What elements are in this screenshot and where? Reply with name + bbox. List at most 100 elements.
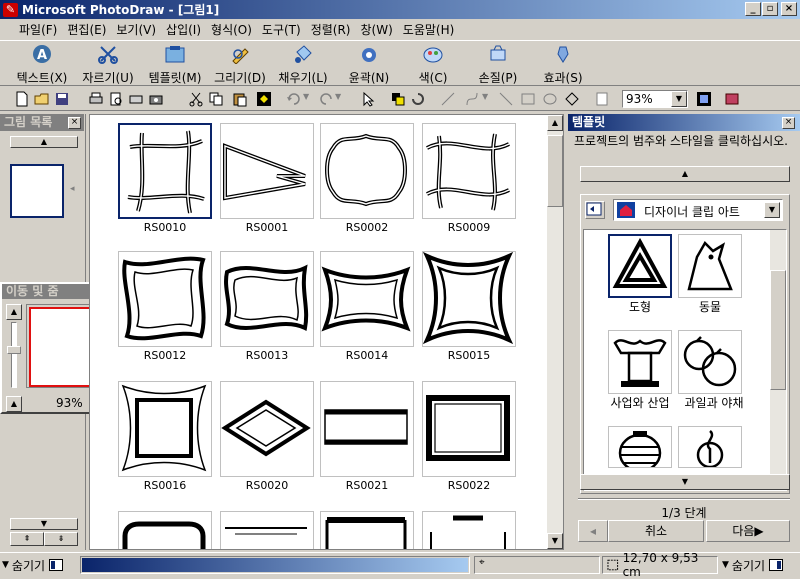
color-button[interactable]: 색(C) [411,44,455,86]
curve-dropdown-icon[interactable]: ▼ [482,92,488,101]
category-tile[interactable] [678,234,742,298]
print-preview-icon[interactable] [108,91,124,107]
template-tile[interactable] [220,123,314,219]
zoom-dropdown-icon[interactable]: ▼ [671,91,687,107]
template-panel-close-icon[interactable]: × [782,117,795,129]
picture-list-scroll-up-icon[interactable]: ▲ [10,136,78,148]
draw-button[interactable]: 그리기(D) [212,44,268,86]
picture-thumbnail[interactable] [10,164,64,218]
gallery-scroll-thumb[interactable] [547,135,563,207]
redo-dropdown-icon[interactable]: ▼ [335,92,341,101]
undo-icon[interactable] [286,91,302,107]
scan-icon[interactable] [128,91,144,107]
source-dropdown[interactable]: 디자이너 클립 아트 ▼ [613,199,783,221]
hide-left-button[interactable]: ▼ 숨기기 [2,556,64,574]
zoom-slider-thumb[interactable] [7,346,21,354]
template-tile[interactable] [422,251,516,347]
undo-dropdown-icon[interactable]: ▼ [303,92,309,101]
arrange-icon[interactable] [390,91,406,107]
print-icon[interactable] [88,91,104,107]
picture-list-close-icon[interactable]: × [68,117,81,129]
zoom-in-icon[interactable]: ▲ [6,304,22,320]
template-tile[interactable] [422,381,516,477]
pan-view-rectangle[interactable] [29,307,97,387]
picture-list-last-icon[interactable]: ⇟ [44,532,78,546]
help-book-icon[interactable] [724,91,740,107]
maximize-button[interactable]: ▫ [762,2,778,16]
effects-button[interactable]: 효과(S) [540,44,586,86]
close-button[interactable]: × [781,2,797,16]
template-panel-scroll-up-icon[interactable]: ▲ [580,166,790,182]
template-tile[interactable] [422,511,516,549]
copy-icon[interactable] [208,91,224,107]
template-tile[interactable] [118,251,212,347]
format-painter-icon[interactable] [256,91,272,107]
next-button[interactable]: 다음▶ [706,520,790,542]
minimize-button[interactable]: _ [745,2,761,16]
template-panel-scroll-down-icon[interactable]: ▼ [580,474,790,490]
menu-arrange[interactable]: 정렬(R) [306,21,356,38]
category-scrollbar[interactable] [770,230,786,490]
open-icon[interactable] [34,91,50,107]
template-tile[interactable] [118,381,212,477]
template-tile[interactable] [220,381,314,477]
line-icon[interactable] [440,91,456,107]
template-tile[interactable] [320,511,414,549]
page-icon[interactable] [594,91,610,107]
menu-view[interactable]: 보기(V) [111,21,161,38]
hide-right-button[interactable]: ▼ 숨기기 [722,556,784,574]
outline-button[interactable]: 윤곽(N) [343,44,395,86]
rectangle-icon[interactable] [520,91,536,107]
menu-window[interactable]: 창(W) [356,21,398,38]
menu-file[interactable]: 파일(F) [14,21,62,38]
menu-edit[interactable]: 편집(E) [62,21,111,38]
pointer-icon[interactable] [360,91,376,107]
templates-button[interactable]: 템플릿(M) [144,44,206,86]
zoom-combo[interactable]: 93% ▼ [622,90,688,108]
menu-insert[interactable]: 삽입(I) [161,21,206,38]
picture-list-scroll-down-icon[interactable]: ▼ [10,518,78,530]
touchup-button[interactable]: 손질(P) [473,44,523,86]
gallery-scrollbar[interactable]: ▲ ▼ [547,115,563,549]
category-tile[interactable] [678,426,742,468]
template-tile[interactable] [118,123,212,219]
picture-list-first-icon[interactable]: ⇞ [10,532,44,546]
template-tile[interactable] [220,251,314,347]
source-dropdown-arrow-icon[interactable]: ▼ [764,202,780,218]
cut-icon[interactable] [188,91,204,107]
zoom-slider-track[interactable] [11,322,17,388]
fit-zoom-icon[interactable] [696,91,712,107]
template-tile[interactable] [118,511,212,549]
zoom-out-icon[interactable]: ▲ [6,396,22,412]
template-tile[interactable] [320,381,414,477]
menu-tools[interactable]: 도구(T) [257,21,306,38]
arrow-line-icon[interactable] [498,91,514,107]
save-icon[interactable] [54,91,70,107]
template-tile[interactable] [220,511,314,549]
back-button[interactable] [585,201,605,219]
camera-icon[interactable] [148,91,164,107]
paste-icon[interactable] [232,91,248,107]
template-tile[interactable] [422,123,516,219]
cancel-button[interactable]: 취소 [608,520,704,542]
gallery-scroll-up-icon[interactable]: ▲ [547,115,563,131]
rotate-icon[interactable] [410,91,426,107]
template-tile[interactable] [320,123,414,219]
category-tile[interactable] [608,426,672,468]
menu-format[interactable]: 형식(O) [206,21,257,38]
category-scroll-thumb[interactable] [770,270,786,390]
shape-icon[interactable] [564,91,580,107]
fill-button[interactable]: 채우기(L) [275,44,331,86]
gallery-scroll-down-icon[interactable]: ▼ [547,533,563,549]
redo-icon[interactable] [318,91,334,107]
prev-button[interactable]: ◂ [578,520,608,542]
category-tile[interactable] [608,330,672,394]
ellipse-icon[interactable] [542,91,558,107]
app-icon[interactable]: ✎ [3,2,18,17]
template-tile[interactable] [320,251,414,347]
new-icon[interactable] [14,91,30,107]
crop-button[interactable]: 자르기(U) [80,44,136,86]
text-button[interactable]: A 텍스트(X) [14,44,70,86]
category-tile[interactable] [678,330,742,394]
curve-icon[interactable] [464,91,480,107]
